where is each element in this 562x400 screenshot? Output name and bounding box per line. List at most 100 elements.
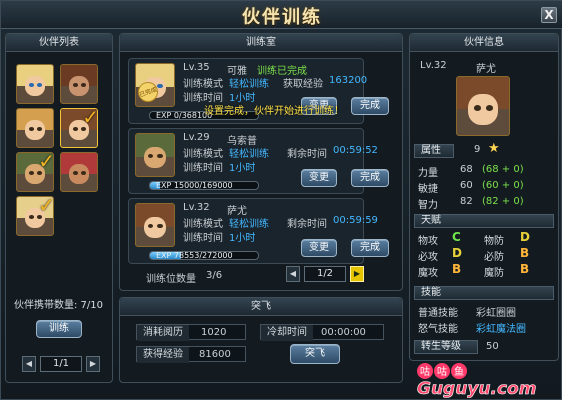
- page-indicator: 1/1: [40, 356, 82, 372]
- portrait-3[interactable]: [16, 108, 54, 148]
- stat-label: 敏捷: [418, 184, 438, 195]
- gain-row: 获得经验 81600: [136, 346, 246, 363]
- stat-value: 68: [460, 164, 473, 175]
- stat-label: 力量: [418, 168, 438, 179]
- remain-label: 剩余时间: [287, 149, 327, 160]
- change-button[interactable]: 变更: [301, 239, 337, 257]
- training-card-3: Lv.32 萨尤 训练模式 轻松训练 剩余时间 00:59:59 训练时间 1小…: [128, 198, 389, 264]
- cooldown-value: 00:00:00: [321, 327, 366, 338]
- attr-value: 9: [474, 144, 481, 155]
- cooldown-row: 冷却时间 00:00:00: [260, 324, 384, 341]
- training-window: 伙伴训练 X 伙伴列表 ✓ ✓ ✓ 伙伴携带数量: 7/10 训练 ◀ 1/1 …: [0, 0, 562, 400]
- talent-label: 必攻: [418, 252, 438, 263]
- time-label: 训练时间: [183, 233, 223, 244]
- stat-detail: (60 + 0): [482, 180, 524, 191]
- logo-char-3: 鱼: [454, 365, 464, 378]
- mode-value: 轻松训练: [229, 219, 269, 230]
- slots-value: 3/6: [206, 270, 223, 281]
- mode-label: 训练模式: [183, 149, 223, 160]
- cost-label: 消耗阅历: [137, 325, 189, 341]
- logo-char-1: 咕: [420, 366, 430, 378]
- talent-label: 必防: [484, 252, 504, 263]
- rebirth-section: 转生等级: [414, 340, 478, 354]
- watermark-graphic: 咕 咕 鱼 Guguyu.com: [417, 363, 537, 399]
- training-notice: 设置完成，伙伴开始进行训练！: [204, 106, 344, 117]
- card-level: Lv.29: [183, 132, 210, 143]
- talent-grade: D: [452, 246, 462, 260]
- mode-value: 轻松训练: [229, 149, 269, 160]
- complete-button[interactable]: 完成: [351, 97, 389, 115]
- selected-check-icon: ✓: [82, 108, 98, 129]
- gain-label: 获得经验: [137, 347, 189, 363]
- partner-info-title: 伙伴信息: [410, 34, 558, 52]
- stat-value: 60: [460, 180, 473, 191]
- info-portrait: [456, 76, 510, 136]
- page-indicator: 1/2: [304, 266, 346, 282]
- next-page-button[interactable]: ▶: [350, 266, 364, 282]
- close-button[interactable]: X: [541, 7, 557, 23]
- card-portrait: [135, 203, 175, 247]
- window-title: 伙伴训练: [242, 7, 322, 28]
- portrait-6[interactable]: [60, 152, 98, 192]
- remain-value: 00:59:52: [333, 145, 378, 156]
- time-value: 1小时: [229, 163, 256, 174]
- selected-check-icon: ✓: [38, 196, 54, 217]
- prev-page-button[interactable]: ◀: [286, 266, 300, 282]
- attr-section: 属性: [414, 144, 454, 158]
- portrait-1[interactable]: [16, 64, 54, 104]
- talent-grade: C: [452, 230, 461, 244]
- mode-value: 轻松训练: [229, 79, 269, 90]
- time-value: 1小时: [229, 233, 256, 244]
- rebirth-value: 50: [486, 341, 499, 352]
- training-card-2: Lv.29 乌索普 训练模式 轻松训练 剩余时间 00:59:52 训练时间 1…: [128, 128, 389, 194]
- selected-check-icon: ✓: [38, 152, 54, 173]
- skill-value[interactable]: 彩虹魔法圈: [476, 320, 526, 335]
- reward-label: 获取经验: [283, 79, 323, 90]
- stat-label: 智力: [418, 200, 438, 211]
- prev-page-button[interactable]: ◀: [22, 356, 36, 372]
- cost-value: 1020: [201, 327, 227, 338]
- info-name: 萨尤: [476, 64, 496, 75]
- talent-label: 魔防: [484, 268, 504, 279]
- cooldown-label: 冷却时间: [261, 325, 313, 341]
- talent-grade: D: [520, 230, 530, 244]
- portrait-7[interactable]: ✓: [16, 196, 54, 236]
- time-label: 训练时间: [183, 163, 223, 174]
- breakout-button[interactable]: 突飞: [290, 344, 340, 364]
- change-button[interactable]: 变更: [301, 169, 337, 187]
- stat-detail: (68 + 0): [482, 164, 524, 175]
- talent-label: 物防: [484, 236, 504, 247]
- info-level: Lv.32: [420, 60, 447, 71]
- partner-info-panel: 伙伴信息 Lv.32 萨尤 属性 9 ★ 力量 68 (68 + 0) 敏捷 6…: [409, 33, 559, 361]
- train-button[interactable]: 训练: [36, 320, 82, 338]
- portrait-2[interactable]: [60, 64, 98, 104]
- talent-grade: B: [452, 262, 462, 276]
- gain-value: 81600: [199, 349, 231, 360]
- partner-list-pager: ◀ 1/1 ▶: [22, 356, 100, 372]
- talent-label: 魔攻: [418, 268, 438, 279]
- training-room-panel: 训练室 已完成 Lv.35 可雅 训练已完成 训练模式 轻松训练 获取经验 16…: [119, 33, 403, 291]
- exp-text: EXP 15000/169000: [156, 181, 233, 190]
- training-room-pager: ◀ 1/2 ▶: [286, 266, 366, 282]
- watermark-logo: 咕 咕 鱼 Guguyu.com: [415, 362, 561, 399]
- breakout-panel: 突飞 消耗阅历 1020 冷却时间 00:00:00 获得经验 81600 突飞: [119, 297, 403, 383]
- portrait-4[interactable]: ✓: [60, 108, 98, 148]
- exp-text: EXP 78553/272000: [156, 251, 233, 260]
- mode-label: 训练模式: [183, 79, 223, 90]
- next-page-button[interactable]: ▶: [86, 356, 100, 372]
- partner-list-title: 伙伴列表: [6, 34, 112, 52]
- portrait-5[interactable]: ✓: [16, 152, 54, 192]
- partner-list-panel: 伙伴列表 ✓ ✓ ✓ 伙伴携带数量: 7/10 训练 ◀ 1/1 ▶: [5, 33, 113, 383]
- partner-carry-count: 伙伴携带数量: 7/10: [14, 300, 104, 311]
- slots-label: 训练位数量: [146, 274, 196, 285]
- talent-label: 物攻: [418, 236, 438, 247]
- skill-label: 普通技能: [418, 308, 458, 319]
- complete-button[interactable]: 完成: [351, 169, 389, 187]
- training-room-title: 训练室: [120, 34, 402, 52]
- star-icon: ★: [488, 141, 500, 156]
- mode-label: 训练模式: [183, 219, 223, 230]
- complete-button[interactable]: 完成: [351, 239, 389, 257]
- card-portrait: 已完成: [135, 63, 175, 107]
- title-bar: 伙伴训练 X: [1, 1, 562, 29]
- skill-value[interactable]: 彩虹圈圈: [476, 304, 516, 319]
